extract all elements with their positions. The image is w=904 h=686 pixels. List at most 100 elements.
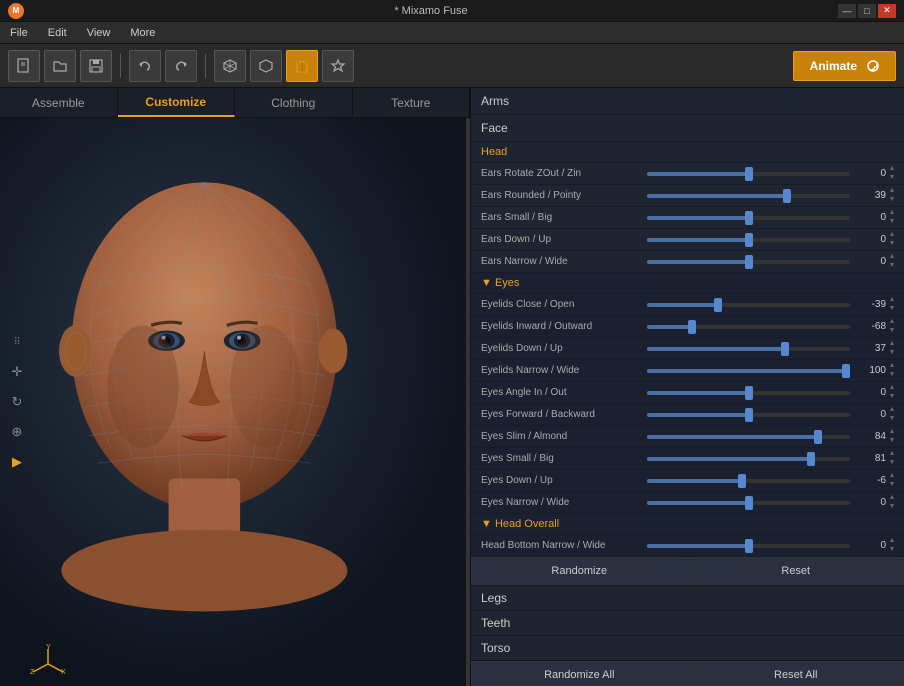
save-button[interactable] [80, 50, 112, 82]
tab-clothing[interactable]: Clothing [235, 88, 353, 117]
tab-texture[interactable]: Texture [353, 88, 471, 117]
slider-arrows[interactable]: ▲▼ [886, 472, 898, 489]
menu-file[interactable]: File [6, 25, 32, 41]
slider-arrows[interactable]: ▲▼ [886, 362, 898, 379]
section-teeth[interactable]: Teeth [471, 610, 904, 635]
resize-handle[interactable] [466, 118, 470, 686]
slider-ears-rotate[interactable]: Ears Rotate ZOut / Zin 0 ▲▼ [471, 163, 904, 185]
mesh-button[interactable] [250, 50, 282, 82]
tab-bar: Assemble Customize Clothing Texture [0, 88, 470, 118]
slider-eyes-slim[interactable]: Eyes Slim / Almond 84 ▲▼ [471, 426, 904, 448]
menubar: File Edit View More [0, 22, 904, 44]
tab-customize[interactable]: Customize [118, 88, 236, 117]
slider-arrows[interactable]: ▲▼ [886, 318, 898, 335]
slider-eyelids-narrow[interactable]: Eyelids Narrow / Wide 100 ▲▼ [471, 360, 904, 382]
slider-eyes-angle[interactable]: Eyes Angle In / Out 0 ▲▼ [471, 382, 904, 404]
slider-eyelids-close[interactable]: Eyelids Close / Open -39 ▲▼ [471, 294, 904, 316]
slider-track[interactable] [647, 544, 850, 548]
titlebar: M * Mixamo Fuse — □ ✕ [0, 0, 904, 22]
slider-arrows[interactable]: ▲▼ [886, 187, 898, 204]
slider-eyes-forward[interactable]: Eyes Forward / Backward 0 ▲▼ [471, 404, 904, 426]
slider-track[interactable] [647, 479, 850, 483]
slider-eyes-small[interactable]: Eyes Small / Big 81 ▲▼ [471, 448, 904, 470]
section-face[interactable]: Face [471, 115, 904, 142]
slider-arrows[interactable]: ▲▼ [886, 450, 898, 467]
slider-arrows[interactable]: ▲▼ [886, 537, 898, 554]
drag-handle[interactable]: ⠿ [6, 331, 28, 353]
randomize-all-button[interactable]: Randomize All [471, 661, 688, 686]
slider-eyelids-down[interactable]: Eyelids Down / Up 37 ▲▼ [471, 338, 904, 360]
section-arms[interactable]: Arms [471, 88, 904, 115]
slider-arrows[interactable]: ▲▼ [886, 165, 898, 182]
slider-arrows[interactable]: ▲▼ [886, 406, 898, 423]
orbit-tool[interactable]: ⊕ [6, 421, 28, 443]
slider-arrows[interactable]: ▲▼ [886, 231, 898, 248]
package-button[interactable] [286, 50, 318, 82]
slider-head-bottom[interactable]: Head Bottom Narrow / Wide 0 ▲▼ [471, 535, 904, 557]
minimize-button[interactable]: — [838, 4, 856, 18]
randomize-button[interactable]: Randomize [471, 557, 688, 585]
slider-arrows[interactable]: ▲▼ [886, 253, 898, 270]
slider-ears-small[interactable]: Ears Small / Big 0 ▲▼ [471, 207, 904, 229]
toolbar-separator-2 [205, 54, 206, 78]
menu-more[interactable]: More [126, 25, 159, 41]
slider-track[interactable] [647, 194, 850, 198]
slider-ears-rounded[interactable]: Ears Rounded / Pointy 39 ▲▼ [471, 185, 904, 207]
main-layout: Assemble Customize Clothing Texture [0, 88, 904, 686]
undo-button[interactable] [129, 50, 161, 82]
reset-button[interactable]: Reset [688, 557, 904, 585]
redo-button[interactable] [165, 50, 197, 82]
rotate-tool[interactable]: ↻ [6, 391, 28, 413]
sections-list: Arms Face Head Ears Rotate ZOut / Zin 0 … [471, 88, 904, 686]
svg-text:Z: Z [30, 669, 35, 674]
slider-track[interactable] [647, 347, 850, 351]
3d-viewport[interactable]: ⠿ ✛ ↻ ⊕ ▶ Z X Y [0, 118, 470, 686]
open-button[interactable] [44, 50, 76, 82]
select-tool[interactable]: ▶ [6, 451, 28, 473]
maximize-button[interactable]: □ [858, 4, 876, 18]
tab-assemble[interactable]: Assemble [0, 88, 118, 117]
slider-arrows[interactable]: ▲▼ [886, 340, 898, 357]
slider-track[interactable] [647, 172, 850, 176]
slider-track[interactable] [647, 457, 850, 461]
star-button[interactable] [322, 50, 354, 82]
slider-arrows[interactable]: ▲▼ [886, 494, 898, 511]
slider-track[interactable] [647, 216, 850, 220]
new-button[interactable] [8, 50, 40, 82]
slider-ears-down[interactable]: Ears Down / Up 0 ▲▼ [471, 229, 904, 251]
animate-button[interactable]: Animate [793, 51, 896, 81]
properties-panel: Arms Face Head Ears Rotate ZOut / Zin 0 … [470, 88, 904, 686]
section-legs[interactable]: Legs [471, 585, 904, 610]
close-button[interactable]: ✕ [878, 4, 896, 18]
section-head-overall[interactable]: ▼ Head Overall [471, 514, 904, 535]
slider-track[interactable] [647, 413, 850, 417]
menu-view[interactable]: View [83, 25, 115, 41]
slider-track[interactable] [647, 391, 850, 395]
slider-track[interactable] [647, 435, 850, 439]
view3d-button[interactable] [214, 50, 246, 82]
slider-track[interactable] [647, 238, 850, 242]
section-torso[interactable]: Torso [471, 635, 904, 660]
randomize-reset-bar: Randomize Reset [471, 557, 904, 585]
slider-track[interactable] [647, 369, 850, 373]
slider-arrows[interactable]: ▲▼ [886, 428, 898, 445]
slider-eyelids-inward[interactable]: Eyelids Inward / Outward -68 ▲▼ [471, 316, 904, 338]
menu-edit[interactable]: Edit [44, 25, 71, 41]
window-controls: — □ ✕ [838, 4, 896, 18]
app-logo: M [8, 3, 24, 19]
slider-arrows[interactable]: ▲▼ [886, 384, 898, 401]
slider-track[interactable] [647, 260, 850, 264]
section-head[interactable]: Head [471, 142, 904, 163]
slider-ears-narrow[interactable]: Ears Narrow / Wide 0 ▲▼ [471, 251, 904, 273]
slider-track[interactable] [647, 303, 850, 307]
slider-eyes-down[interactable]: Eyes Down / Up -6 ▲▼ [471, 470, 904, 492]
slider-arrows[interactable]: ▲▼ [886, 209, 898, 226]
section-eyes[interactable]: ▼ Eyes [471, 273, 904, 294]
slider-track[interactable] [647, 325, 850, 329]
bottom-sections: Legs Teeth Torso [471, 585, 904, 660]
slider-track[interactable] [647, 501, 850, 505]
reset-all-button[interactable]: Reset All [688, 661, 904, 686]
slider-arrows[interactable]: ▲▼ [886, 296, 898, 313]
move-tool[interactable]: ✛ [6, 361, 28, 383]
slider-eyes-narrow[interactable]: Eyes Narrow / Wide 0 ▲▼ [471, 492, 904, 514]
